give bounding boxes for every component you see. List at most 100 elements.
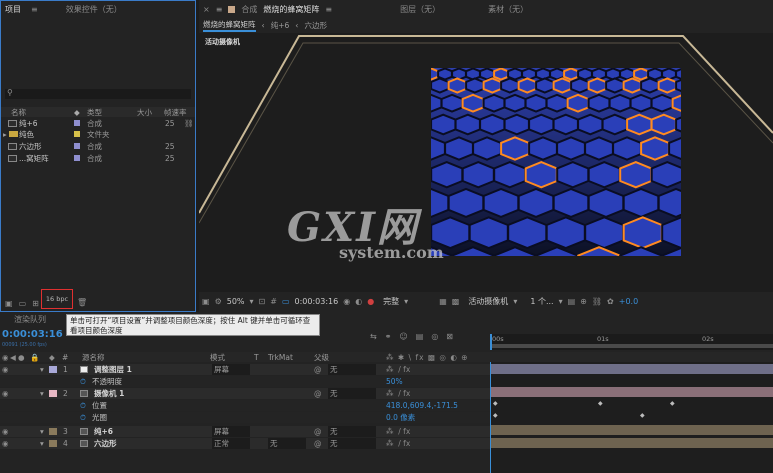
keyframe[interactable]: ◆ — [598, 400, 603, 407]
always-preview-icon[interactable]: ▣ — [202, 297, 210, 306]
close-tab-icon[interactable]: × — [203, 5, 210, 14]
label-color[interactable] — [74, 131, 80, 137]
frame-blending-icon[interactable]: ▤ — [416, 332, 424, 341]
column-source-name[interactable]: 源名称 — [82, 352, 105, 363]
eye-icon[interactable]: ◉ — [2, 389, 9, 398]
breadcrumb-item[interactable]: 六边形 — [304, 20, 327, 31]
eye-icon[interactable]: ◉ — [2, 365, 9, 374]
expand-arrow-icon[interactable]: ▸ — [3, 130, 7, 139]
parent-select[interactable]: 无 — [328, 426, 376, 437]
time-ruler[interactable]: 00s 01s 02s — [490, 334, 773, 350]
keyframe[interactable]: ◆ — [670, 400, 675, 407]
reset-exposure-icon[interactable]: ▤ — [568, 297, 576, 306]
expand-arrow-icon[interactable]: ▾ — [40, 365, 44, 374]
column-mode[interactable]: 模式 — [210, 352, 225, 363]
label-color[interactable] — [49, 366, 57, 373]
panel-menu-icon[interactable]: ≡ — [31, 5, 38, 14]
bpc-button[interactable]: 16 bpc — [41, 289, 73, 309]
region-icon[interactable]: ▦ — [439, 297, 447, 306]
trash-icon[interactable]: 🗑 — [77, 298, 87, 307]
expand-arrow-icon[interactable]: ▾ — [40, 439, 44, 448]
layer-bar[interactable] — [490, 438, 773, 448]
layer-bar[interactable] — [490, 364, 773, 374]
parent-select[interactable]: 无 — [328, 388, 376, 399]
interpret-footage-icon[interactable]: ▣ — [5, 299, 13, 308]
fast-previews-icon[interactable]: ⚙ — [215, 297, 222, 306]
views-select[interactable]: 1 个... — [530, 296, 553, 307]
trkmat-select[interactable]: 无 — [268, 438, 306, 449]
flowchart-icon[interactable]: ⛓ — [184, 119, 194, 128]
layer-bar[interactable] — [490, 425, 773, 435]
pick-whip-icon[interactable]: @ — [314, 389, 322, 398]
property-value[interactable]: 0.0 像素 — [386, 412, 415, 423]
column-size[interactable]: 大小 — [137, 107, 152, 118]
switches[interactable]: ⁂ / fx — [386, 427, 410, 436]
parent-select[interactable]: 无 — [328, 438, 376, 449]
color-channel-icon[interactable]: ● — [367, 297, 374, 306]
expand-arrow-icon[interactable]: ▾ — [40, 427, 44, 436]
label-color[interactable] — [74, 143, 80, 149]
tab-composition[interactable]: 燃烧的蜂窝矩阵 — [263, 4, 319, 15]
stopwatch-icon[interactable]: ⏱ — [80, 413, 86, 423]
mode-select[interactable]: 屏幕 — [212, 364, 250, 375]
shy-icon[interactable]: ☺ — [399, 332, 407, 341]
solo-icon[interactable]: ● — [18, 353, 25, 362]
resolution-select[interactable]: 完整 — [383, 296, 399, 307]
list-item[interactable]: ...窝矩阵 合成 25 — [1, 153, 195, 163]
camera-select[interactable]: 活动摄像机 — [468, 296, 508, 307]
motion-blur-icon[interactable]: ◎ — [431, 332, 438, 341]
panel-menu-icon[interactable]: ≡ — [325, 5, 332, 14]
expand-arrow-icon[interactable]: ▾ — [40, 389, 44, 398]
timecode-display[interactable]: 0:00:03:16 — [295, 297, 339, 306]
lock-icon[interactable]: 🔒 — [30, 353, 39, 362]
label-color[interactable] — [74, 120, 80, 126]
pick-whip-icon[interactable]: @ — [314, 427, 322, 436]
label-color[interactable] — [49, 390, 57, 397]
work-area-bar[interactable] — [490, 344, 773, 348]
snapshot-icon[interactable]: ◉ — [343, 297, 350, 306]
composition-viewport[interactable]: 活动摄像机 GXI网 system.com — [199, 33, 773, 292]
eye-icon[interactable]: ◉ — [2, 353, 9, 362]
tab-layer[interactable]: 图层（无） — [400, 4, 440, 15]
tab-footage[interactable]: 素材（无） — [488, 4, 528, 15]
column-type[interactable]: 类型 — [87, 107, 102, 118]
3d-icon[interactable]: ⊕ — [580, 297, 587, 306]
project-search-bar[interactable]: ⚲ — [5, 88, 191, 99]
render-queue-tab[interactable]: 渲染队列 — [14, 314, 46, 325]
tab-project[interactable]: 项目 — [5, 4, 21, 15]
draft-3d-icon[interactable]: ⚭ — [385, 332, 392, 341]
keyframe[interactable]: ◆ — [640, 412, 645, 419]
list-item[interactable]: 六边形 合成 25 — [1, 141, 195, 151]
playhead[interactable] — [490, 334, 492, 350]
property-value[interactable]: 418.0,609.4,-171.5 — [386, 401, 458, 410]
graph-editor-icon[interactable]: ⊠ — [446, 332, 453, 341]
keyframe[interactable]: ◆ — [493, 400, 498, 407]
list-item[interactable]: ▸ 纯色 文件夹 — [1, 129, 195, 139]
current-time[interactable]: 0:00:03:16 — [2, 329, 63, 340]
track-area[interactable]: ◆ ◆ ◆ ◆ ◆ — [490, 362, 773, 473]
eye-icon[interactable]: ◉ — [2, 439, 9, 448]
mode-select[interactable]: 屏幕 — [212, 426, 250, 437]
pick-whip-icon[interactable]: @ — [314, 439, 322, 448]
property-value[interactable]: 50% — [386, 377, 403, 386]
breadcrumb-item[interactable]: 纯+6 — [271, 20, 290, 31]
mask-icon[interactable]: ▭ — [282, 297, 290, 306]
column-name[interactable]: 名称 — [11, 107, 26, 118]
label-icon[interactable]: ◆ — [74, 108, 80, 117]
grid-icon[interactable]: # — [270, 297, 277, 306]
layer-name[interactable]: 摄像机 1 — [94, 388, 124, 399]
stopwatch-icon[interactable]: ⏱ — [80, 401, 86, 411]
column-fps[interactable]: 帧速率 — [164, 107, 187, 118]
layer-name[interactable]: 调整图层 1 — [94, 364, 132, 375]
new-folder-icon[interactable]: ▭ — [19, 299, 27, 308]
zoom-select[interactable]: 50% — [227, 297, 245, 306]
list-item[interactable]: 纯+6 合成 25 ⛓ — [1, 118, 195, 128]
exposure-value[interactable]: +0.0 — [619, 297, 638, 306]
flowchart-icon[interactable]: ⛓ — [592, 297, 602, 306]
audio-icon[interactable]: ◀ — [10, 353, 16, 362]
switches[interactable]: ⁂ / fx — [386, 389, 410, 398]
label-color[interactable] — [49, 428, 57, 435]
mode-select[interactable]: 正常 — [212, 438, 250, 449]
layer-bar[interactable] — [490, 387, 773, 397]
parent-select[interactable]: 无 — [328, 364, 376, 375]
